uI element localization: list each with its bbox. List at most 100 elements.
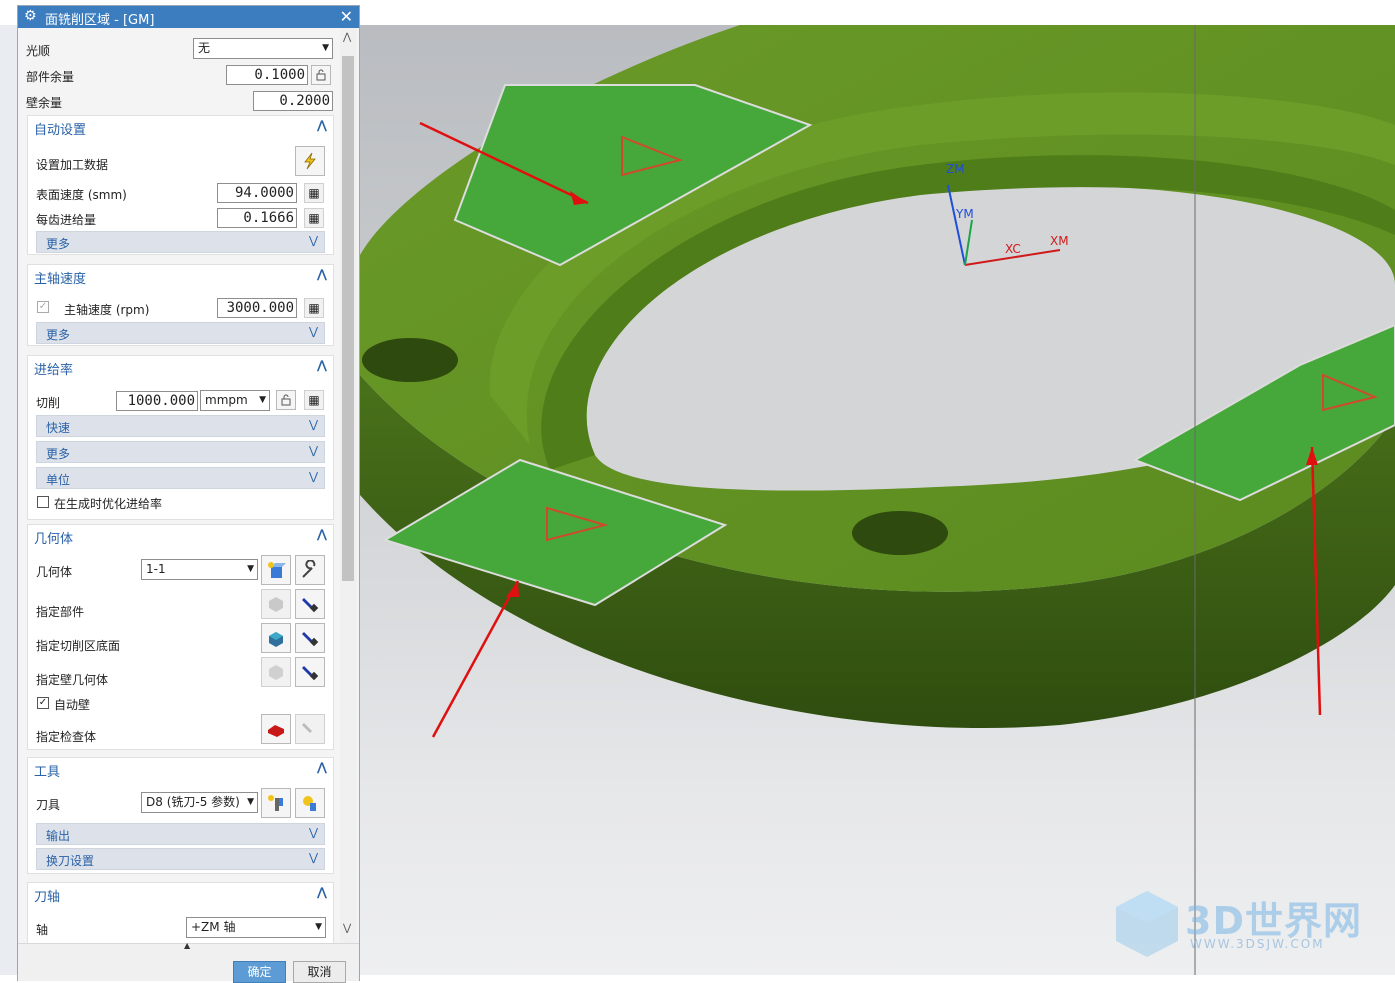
specify-wall-label: 指定壁几何体 — [36, 673, 109, 687]
new-geometry-icon[interactable] — [261, 555, 291, 585]
edit-tool-icon[interactable] — [295, 788, 325, 818]
geometry-section: 几何体 ⋀ 几何体 1-1 ▼ 指定部件 指定切削区底面 指定壁几何体 ✓ 自动… — [27, 524, 334, 750]
lightning-icon[interactable] — [295, 146, 325, 176]
feed-per-tooth-field[interactable]: 0.1666 — [217, 208, 297, 228]
background-panel — [0, 25, 18, 975]
axis-xc-label: XC — [1005, 242, 1021, 256]
scroll-down-icon[interactable]: ⋁ — [343, 923, 351, 934]
optimize-feed-checkbox[interactable] — [37, 496, 49, 508]
rapid-bar[interactable]: 快速 ⋁ — [36, 415, 325, 437]
tool-select[interactable]: D8 (铣刀-5 参数) ▼ — [141, 792, 258, 813]
auto-settings-header[interactable]: 自动设置 — [34, 119, 86, 138]
feed-per-tooth-label: 每齿进给量 — [36, 213, 97, 227]
bolt-hole-front — [852, 511, 948, 555]
dialog-titlebar[interactable]: ⚙ 面铣削区域 - [GM] ✕ — [18, 6, 359, 28]
flashlight-icon[interactable] — [295, 623, 325, 653]
cut-feed-field[interactable]: 1000.000 — [116, 391, 198, 411]
dialog-content: 光顺 无 ▼ 部件余量 0.1000 壁余量 0.2000 自动设置 ⋀ 设置加… — [18, 28, 340, 943]
tool-header[interactable]: 工具 — [34, 761, 60, 780]
smooth-value: 无 — [198, 41, 211, 55]
flashlight-icon[interactable] — [295, 657, 325, 687]
part-body-icon[interactable] — [261, 589, 291, 619]
lock-icon[interactable] — [311, 65, 331, 85]
axis-select[interactable]: +ZM 轴 ▼ — [186, 917, 326, 938]
axis-zm-label: ZM — [946, 162, 965, 176]
lock-icon[interactable] — [276, 390, 296, 410]
ok-button[interactable]: 确定 — [233, 961, 286, 983]
check-body-icon[interactable] — [261, 714, 291, 744]
wall-geometry-icon[interactable] — [261, 657, 291, 687]
chevron-down-icon: ⋁ — [308, 234, 318, 247]
flashlight-icon[interactable] — [295, 589, 325, 619]
gear-icon: ⚙ — [24, 8, 37, 24]
chevron-up-icon[interactable]: ⋀ — [317, 358, 327, 372]
more-label: 更多 — [46, 328, 71, 342]
expand-grip-icon[interactable]: ▲ — [184, 941, 190, 950]
scrollbar-thumb[interactable] — [342, 56, 354, 581]
spindle-header[interactable]: 主轴速度 — [34, 268, 86, 287]
flashlight-icon[interactable] — [295, 714, 325, 744]
chevron-up-icon[interactable]: ⋀ — [317, 267, 327, 281]
geometry-value: 1-1 — [146, 562, 166, 576]
chevron-down-icon: ▼ — [259, 395, 266, 405]
feed-rate-header[interactable]: 进给率 — [34, 359, 73, 378]
dialog-scrollbar[interactable]: ⋀ ⋁ — [340, 28, 357, 943]
chevron-up-icon[interactable]: ⋀ — [317, 527, 327, 541]
axis-value: +ZM 轴 — [191, 920, 236, 934]
auto-wall-checkbox[interactable]: ✓ — [37, 697, 49, 709]
face-milling-dialog: ⚙ 面铣削区域 - [GM] ✕ 光顺 无 ▼ 部件余量 0.1000 壁余量 … — [17, 5, 360, 983]
floor-geometry-icon[interactable] — [261, 623, 291, 653]
tool-value: D8 (铣刀-5 参数) — [146, 795, 240, 809]
geometry-header[interactable]: 几何体 — [34, 528, 73, 547]
spindle-speed-label: 主轴速度 (rpm) — [64, 303, 150, 317]
chevron-down-icon: ⋁ — [308, 851, 318, 864]
watermark-url: WWW.3DSJW.COM — [1190, 937, 1325, 951]
chevron-down-icon: ⋁ — [308, 418, 318, 431]
specify-check-label: 指定检查体 — [36, 730, 97, 744]
scroll-up-icon[interactable]: ⋀ — [343, 32, 351, 43]
spindle-more[interactable]: 更多 ⋁ — [36, 322, 325, 344]
calculator-icon[interactable]: ▦ — [304, 390, 324, 410]
cut-unit-select[interactable]: mmpm ▼ — [200, 390, 270, 411]
geometry-select[interactable]: 1-1 ▼ — [141, 559, 258, 580]
rapid-label: 快速 — [46, 421, 71, 435]
tool-label: 刀具 — [36, 798, 61, 812]
chevron-up-icon[interactable]: ⋀ — [317, 760, 327, 774]
optimize-feed-label: 在生成时优化进给率 — [54, 497, 163, 511]
tool-axis-header[interactable]: 刀轴 — [34, 886, 60, 905]
spindle-speed-checkbox[interactable]: ✓ — [37, 301, 49, 313]
chevron-up-icon[interactable]: ⋀ — [317, 885, 327, 899]
smooth-select[interactable]: 无 ▼ — [193, 38, 333, 59]
tool-change-label: 换刀设置 — [46, 854, 95, 868]
calculator-icon[interactable]: ▦ — [304, 208, 324, 228]
close-icon[interactable]: ✕ — [340, 7, 353, 26]
tool-axis-section: 刀轴 ⋀ 轴 +ZM 轴 ▼ — [27, 882, 334, 943]
graphics-viewport[interactable]: ZM YM XC XM — [360, 25, 1395, 975]
feed-more-bar[interactable]: 更多 ⋁ — [36, 441, 325, 463]
more-label: 更多 — [46, 447, 71, 461]
calculator-icon[interactable]: ▦ — [304, 183, 324, 203]
chevron-up-icon[interactable]: ⋀ — [317, 118, 327, 132]
part-stock-field[interactable]: 0.1000 — [226, 65, 308, 85]
calculator-icon[interactable]: ▦ — [304, 298, 324, 318]
chevron-down-icon: ▼ — [322, 43, 329, 53]
wall-stock-field[interactable]: 0.2000 — [253, 91, 333, 111]
surface-speed-field[interactable]: 94.0000 — [217, 183, 297, 203]
chevron-down-icon: ⋁ — [308, 470, 318, 483]
output-bar[interactable]: 输出 ⋁ — [36, 823, 325, 845]
wall-stock-label: 壁余量 — [26, 96, 63, 110]
wrench-icon[interactable] — [295, 555, 325, 585]
spindle-speed-field[interactable]: 3000.000 — [217, 298, 297, 318]
axis-ym-label: YM — [955, 207, 974, 221]
units-bar[interactable]: 单位 ⋁ — [36, 467, 325, 489]
units-label: 单位 — [46, 473, 71, 487]
cancel-button[interactable]: 取消 — [293, 961, 346, 983]
new-tool-icon[interactable] — [261, 788, 291, 818]
auto-wall-label: 自动壁 — [54, 698, 91, 712]
tool-change-bar[interactable]: 换刀设置 ⋁ — [36, 848, 325, 870]
chevron-down-icon: ▼ — [247, 564, 254, 574]
dialog-title: 面铣削区域 - [GM] — [45, 13, 155, 28]
auto-settings-more[interactable]: 更多 ⋁ — [36, 231, 325, 253]
axis-label: 轴 — [36, 923, 49, 937]
geometry-label: 几何体 — [36, 565, 73, 579]
